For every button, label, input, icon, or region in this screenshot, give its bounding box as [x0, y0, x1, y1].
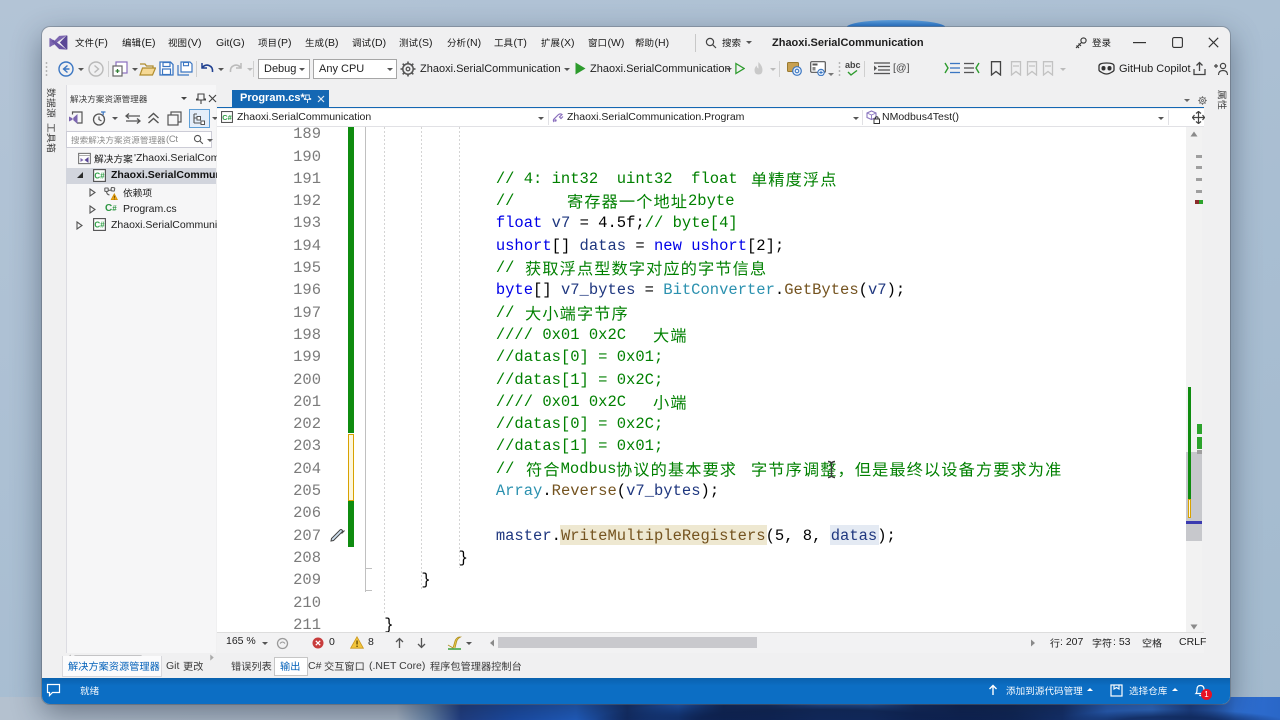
svg-text:C#: C#	[94, 172, 105, 181]
svg-text:C#: C#	[222, 113, 231, 122]
svg-text:C#: C#	[94, 221, 105, 230]
